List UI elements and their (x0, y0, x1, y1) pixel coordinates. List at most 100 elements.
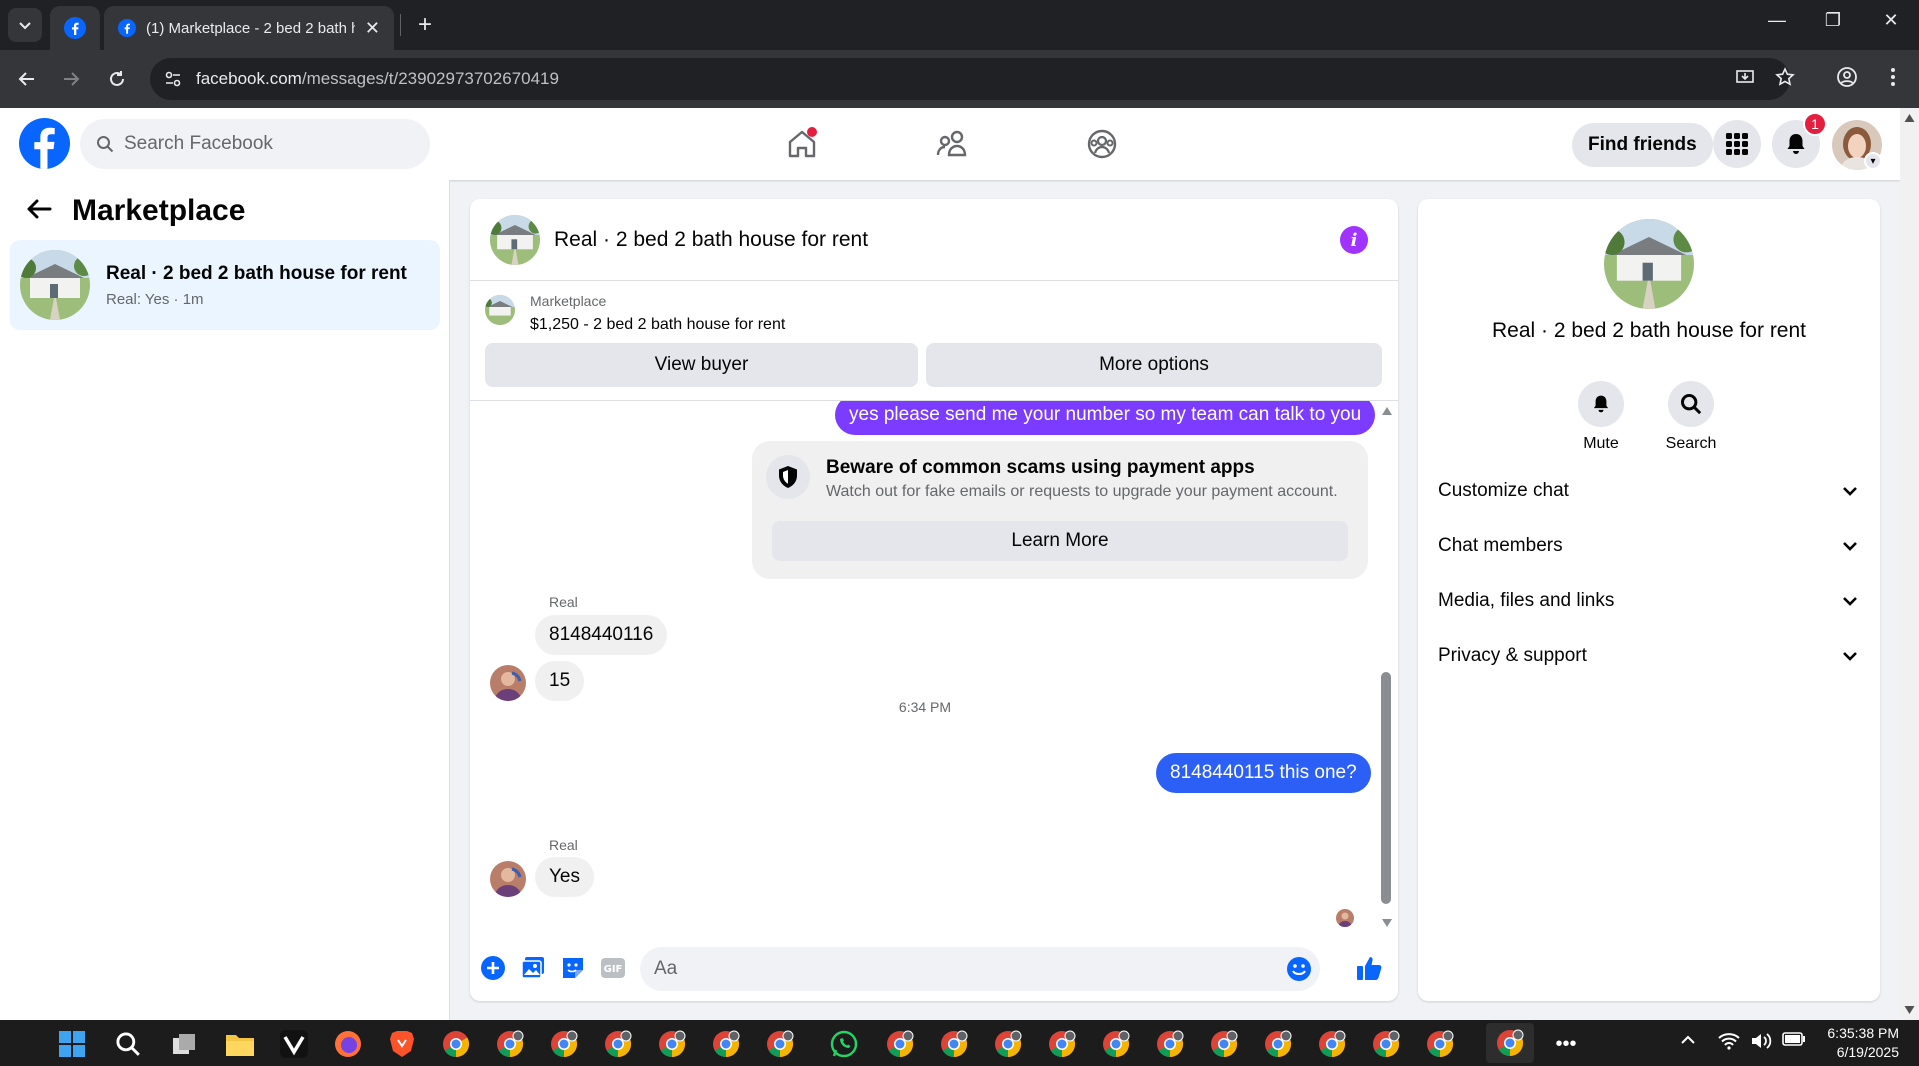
profile-button[interactable] (1830, 60, 1864, 94)
chrome-profile-icon[interactable] (990, 1026, 1026, 1062)
chrome-profile-icon[interactable] (654, 1026, 690, 1062)
chrome-profile-icon[interactable] (936, 1026, 972, 1062)
customize-chat-row[interactable]: Customize chat (1438, 469, 1858, 513)
chrome-profile-icon[interactable] (1152, 1026, 1188, 1062)
chrome-profile-icon[interactable] (600, 1026, 636, 1062)
message-input[interactable] (654, 958, 1254, 980)
brave-icon[interactable] (384, 1026, 420, 1062)
chrome-profile-icon[interactable] (762, 1026, 798, 1062)
windows-start-icon[interactable] (54, 1026, 90, 1062)
info-icon[interactable]: i (1340, 226, 1368, 254)
taskbar-search-icon[interactable] (110, 1026, 146, 1062)
restore-button[interactable]: ❐ (1818, 10, 1848, 31)
site-settings-icon[interactable] (164, 70, 182, 88)
listing-description[interactable]: $1,250 - 2 bed 2 bath house for rent (530, 316, 785, 334)
bookmark-button[interactable] (1768, 60, 1802, 94)
facebook-logo[interactable] (19, 118, 70, 169)
chrome-icon[interactable] (438, 1026, 474, 1062)
facebook-search[interactable] (80, 119, 430, 169)
message-scroll-thumb[interactable] (1381, 672, 1391, 904)
chrome-profile-icon[interactable] (546, 1026, 582, 1062)
media-files-row[interactable]: Media, files and links (1438, 579, 1858, 623)
nav-home[interactable] (782, 124, 822, 164)
search-chat-button[interactable]: Search (1651, 381, 1731, 453)
conversation-item[interactable]: Real · 2 bed 2 bath house for rent Real:… (10, 240, 440, 330)
incoming-message[interactable]: 15 (535, 661, 585, 701)
find-friends-button[interactable]: Find friends (1572, 123, 1713, 167)
incoming-message[interactable]: 8148440116 (535, 615, 668, 655)
emoji-icon[interactable] (1286, 956, 1312, 982)
nav-groups[interactable] (1082, 124, 1122, 164)
privacy-support-row[interactable]: Privacy & support (1438, 634, 1858, 678)
gif-icon[interactable]: GIF (598, 953, 628, 983)
scam-warning-body: Watch out for fake emails or requests to… (826, 483, 1338, 500)
details-title: Real · 2 bed 2 bath house for rent (1491, 319, 1807, 342)
house-thumbnail[interactable] (490, 214, 540, 265)
firefox-icon[interactable] (330, 1026, 366, 1062)
chrome-profile-icon[interactable] (882, 1026, 918, 1062)
house-photo[interactable] (1604, 219, 1694, 309)
more-options-button[interactable]: More options (926, 343, 1382, 387)
photo-icon[interactable] (518, 953, 548, 983)
tab-search-button[interactable] (8, 8, 42, 42)
clock[interactable]: 6:35:38 PM 6/19/2025 (1827, 1024, 1899, 1062)
chrome-profile-icon[interactable] (1044, 1026, 1080, 1062)
tab-close-icon[interactable]: ✕ (365, 18, 380, 39)
outgoing-message[interactable]: yes please send me your number so my tea… (835, 401, 1376, 435)
file-explorer-icon[interactable] (222, 1026, 258, 1062)
thumbs-up-icon[interactable] (1354, 953, 1384, 983)
minimize-button[interactable]: — (1762, 10, 1792, 31)
sender-avatar[interactable] (490, 665, 526, 701)
listing-thumbnail[interactable] (485, 295, 515, 325)
account-chevron-icon[interactable]: ▾ (1864, 152, 1882, 170)
browser-menu-button[interactable] (1876, 60, 1910, 94)
learn-more-button[interactable]: Learn More (772, 521, 1348, 561)
chrome-profile-icon[interactable] (708, 1026, 744, 1062)
reload-button[interactable] (102, 64, 132, 94)
show-hidden-icons-icon[interactable] (1680, 1032, 1696, 1050)
more-apps-icon[interactable]: ••• (1548, 1026, 1584, 1062)
outgoing-message[interactable]: 8148440115 this one? (1156, 753, 1371, 793)
pinned-tab-facebook[interactable] (50, 6, 100, 50)
scroll-down-icon[interactable] (1904, 1006, 1915, 1014)
back-button[interactable] (12, 64, 42, 94)
nav-friends[interactable] (932, 124, 972, 164)
close-window-button[interactable]: ✕ (1876, 10, 1906, 31)
scam-warning-title: Beware of common scams using payment app… (826, 457, 1255, 478)
wifi-icon[interactable] (1718, 1032, 1740, 1055)
message-input-wrapper[interactable] (640, 947, 1320, 991)
battery-icon[interactable] (1782, 1032, 1806, 1051)
active-tab[interactable]: (1) Marketplace - 2 bed 2 bath house for… (104, 6, 394, 50)
volume-icon[interactable] (1750, 1032, 1772, 1055)
address-bar[interactable]: facebook.com/messages/t/2390297370267041… (150, 58, 1790, 100)
menu-button[interactable] (1713, 120, 1761, 168)
scroll-down-icon[interactable] (1382, 919, 1392, 927)
chrome-active-window-icon[interactable] (1486, 1023, 1534, 1063)
mute-button[interactable]: Mute (1561, 381, 1641, 453)
page-scrollbar[interactable] (1900, 108, 1919, 1020)
chrome-profile-icon[interactable] (1368, 1026, 1404, 1062)
incoming-message[interactable]: Yes (535, 857, 594, 897)
plus-circle-icon[interactable] (478, 953, 508, 983)
install-app-button[interactable] (1728, 60, 1762, 94)
chrome-profile-icon[interactable] (1422, 1026, 1458, 1062)
forward-button[interactable] (56, 64, 86, 94)
task-view-icon[interactable] (166, 1026, 202, 1062)
search-input[interactable] (124, 133, 404, 155)
chat-members-row[interactable]: Chat members (1438, 524, 1858, 568)
chrome-profile-icon[interactable] (492, 1026, 528, 1062)
whatsapp-icon[interactable] (826, 1026, 862, 1062)
chrome-profile-icon[interactable] (1314, 1026, 1350, 1062)
chrome-profile-icon[interactable] (1098, 1026, 1134, 1062)
vivaldi-icon[interactable] (276, 1026, 312, 1062)
chrome-profile-icon[interactable] (1206, 1026, 1242, 1062)
chat-title[interactable]: Real · 2 bed 2 bath house for rent (554, 228, 868, 252)
new-tab-button[interactable]: + (410, 10, 440, 40)
view-buyer-button[interactable]: View buyer (485, 343, 918, 387)
scroll-up-icon[interactable] (1904, 114, 1915, 122)
sticker-icon[interactable] (558, 953, 588, 983)
back-arrow-icon[interactable] (26, 194, 52, 228)
scroll-up-icon[interactable] (1382, 407, 1392, 415)
chrome-profile-icon[interactable] (1260, 1026, 1296, 1062)
sender-avatar[interactable] (490, 861, 526, 897)
